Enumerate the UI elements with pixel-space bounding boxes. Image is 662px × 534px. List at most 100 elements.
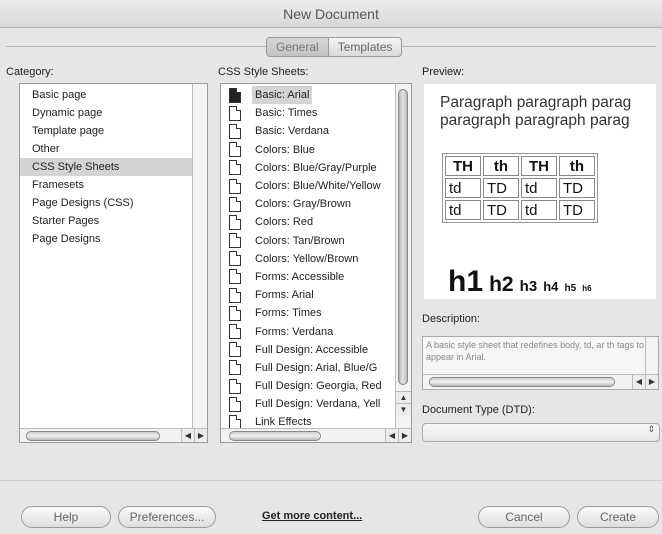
tab-bar: General Templates — [266, 37, 403, 57]
css-vscroll-thumb[interactable] — [398, 89, 408, 385]
document-icon — [229, 178, 241, 194]
scroll-left-icon[interactable]: ◀ — [632, 375, 645, 389]
category-item[interactable]: Page Designs — [20, 230, 207, 248]
get-more-content-link[interactable]: Get more content... — [262, 510, 362, 522]
css-hscroll-thumb[interactable] — [229, 431, 321, 441]
document-icon — [229, 305, 241, 321]
category-item[interactable]: Page Designs (CSS) — [20, 194, 207, 212]
css-sheets-label: CSS Style Sheets: — [218, 66, 309, 78]
select-chevron-icon: ⇕ — [647, 424, 655, 434]
css-sheet-item[interactable]: Full Design: Arial, Blue/G — [221, 359, 393, 377]
preview-table-cell: TD — [559, 178, 595, 198]
create-button[interactable]: Create — [577, 506, 659, 528]
preview-h2: h2 — [489, 273, 514, 296]
css-sheet-item[interactable]: Colors: Blue/White/Yellow — [221, 177, 393, 195]
preview-table-header: TH — [521, 156, 557, 176]
css-sheet-item-label: Colors: Yellow/Brown — [255, 252, 359, 265]
window-title: New Document — [283, 6, 379, 22]
css-sheet-item[interactable]: Full Design: Georgia, Red — [221, 377, 393, 395]
preview-paragraph: Paragraph paragraph parag paragraph para… — [440, 94, 631, 130]
category-list[interactable]: Basic page Dynamic page Template page Other… — [19, 83, 208, 443]
css-sheet-item[interactable]: Colors: Gray/Brown — [221, 195, 393, 213]
preview-paragraph-line: Paragraph paragraph parag — [440, 94, 632, 111]
category-item[interactable]: Starter Pages — [20, 212, 207, 230]
tab-templates[interactable]: Templates — [329, 38, 402, 56]
css-sheet-item-label: Forms: Accessible — [255, 270, 345, 283]
css-vertical-scrollbar[interactable]: ▲ ▼ — [395, 84, 411, 428]
preferences-button[interactable]: Preferences... — [118, 506, 216, 528]
doctype-select[interactable]: ⇕ — [422, 423, 660, 442]
description-hscroll-thumb[interactable] — [429, 377, 615, 387]
preview-h5: h5 — [564, 283, 577, 294]
preview-table-cell: td — [445, 200, 481, 220]
description-vertical-scrollbar[interactable] — [645, 337, 658, 375]
document-icon — [229, 123, 241, 139]
css-sheets-list[interactable]: Basic: Arial Basic: Times Basic: Verdana Co… — [220, 83, 412, 443]
category-item[interactable]: Other — [20, 140, 207, 158]
scroll-left-icon[interactable]: ◀ — [181, 429, 194, 442]
css-sheet-item[interactable]: Full Design: Accessible — [221, 341, 393, 359]
document-icon — [229, 105, 241, 121]
preview-h1: h1 — [448, 265, 484, 298]
css-sheet-item[interactable]: Forms: Arial — [221, 286, 393, 304]
document-icon — [229, 160, 241, 176]
document-icon — [229, 287, 241, 303]
css-sheet-item-label: Colors: Blue/White/Yellow — [255, 180, 381, 193]
preview-table-header: th — [559, 156, 595, 176]
document-icon — [229, 360, 241, 376]
css-sheet-item[interactable]: Colors: Blue/Gray/Purple — [221, 159, 393, 177]
scroll-left-icon[interactable]: ◀ — [385, 429, 398, 442]
document-icon — [229, 269, 241, 285]
css-sheet-item[interactable]: Colors: Tan/Brown — [221, 232, 393, 250]
css-sheet-item[interactable]: Colors: Red — [221, 213, 393, 231]
help-button[interactable]: Help — [21, 506, 111, 528]
category-item[interactable]: CSS Style Sheets — [20, 158, 207, 176]
preview-label: Preview: — [422, 66, 465, 78]
css-sheet-item-label: Basic: Verdana — [255, 125, 329, 138]
description-box: A basic style sheet that redefines body,… — [422, 336, 659, 390]
css-sheet-item[interactable]: Basic: Arial — [221, 86, 393, 105]
css-sheet-item[interactable]: Basic: Times — [221, 104, 393, 122]
css-sheet-item[interactable]: Forms: Accessible — [221, 268, 393, 286]
category-hscroll-thumb[interactable] — [26, 431, 160, 441]
css-sheet-item[interactable]: Colors: Blue — [221, 141, 393, 159]
scroll-right-icon[interactable]: ▶ — [645, 375, 658, 389]
preview-table-cell: TD — [483, 178, 519, 198]
scroll-down-icon[interactable]: ▼ — [396, 403, 411, 415]
category-item[interactable]: Dynamic page — [20, 104, 207, 122]
css-sheet-item[interactable]: Full Design: Verdana, Yell — [221, 395, 393, 413]
tab-general[interactable]: General — [267, 38, 329, 56]
cancel-button[interactable]: Cancel — [478, 506, 570, 528]
css-sheet-item-label: Full Design: Accessible — [255, 343, 369, 356]
scroll-right-icon[interactable]: ▶ — [194, 429, 207, 442]
category-item[interactable]: Template page — [20, 122, 207, 140]
description-label: Description: — [422, 313, 481, 325]
document-icon — [229, 378, 241, 394]
preview-h3: h3 — [519, 278, 538, 295]
css-sheet-item[interactable]: Basic: Verdana — [221, 122, 393, 140]
category-item[interactable]: Basic page — [20, 86, 207, 104]
category-vertical-scrollbar[interactable] — [192, 84, 207, 428]
css-sheet-item-label: Colors: Blue/Gray/Purple — [255, 161, 377, 174]
preview-table-header: th — [483, 156, 519, 176]
document-icon — [229, 342, 241, 358]
css-sheet-item[interactable]: Forms: Verdana — [221, 322, 393, 340]
scroll-right-icon[interactable]: ▶ — [398, 429, 411, 442]
category-horizontal-scrollbar[interactable]: ◀ ▶ — [20, 428, 207, 442]
css-sheet-item[interactable]: Colors: Yellow/Brown — [221, 250, 393, 268]
document-icon — [229, 196, 241, 212]
scroll-up-icon[interactable]: ▲ — [396, 391, 411, 403]
description-horizontal-scrollbar[interactable]: ◀ ▶ — [423, 374, 658, 389]
css-sheet-item-label: Basic: Times — [255, 107, 318, 120]
preview-table-cell: td — [521, 178, 557, 198]
preview-table-cell: TD — [559, 200, 595, 220]
css-sheet-item[interactable]: Forms: Times — [221, 304, 393, 322]
category-item[interactable]: Framesets — [20, 176, 207, 194]
css-sheet-item-label: Colors: Tan/Brown — [255, 234, 345, 247]
css-horizontal-scrollbar[interactable]: ◀ ▶ — [221, 428, 411, 442]
document-icon — [229, 87, 241, 103]
preview-table: TH th TH th td TD td TD td TD td TD — [442, 153, 598, 223]
css-sheet-item-label: Colors: Gray/Brown — [255, 198, 351, 211]
window-titlebar: New Document — [0, 0, 662, 28]
css-sheet-item-label: Forms: Times — [255, 307, 322, 320]
